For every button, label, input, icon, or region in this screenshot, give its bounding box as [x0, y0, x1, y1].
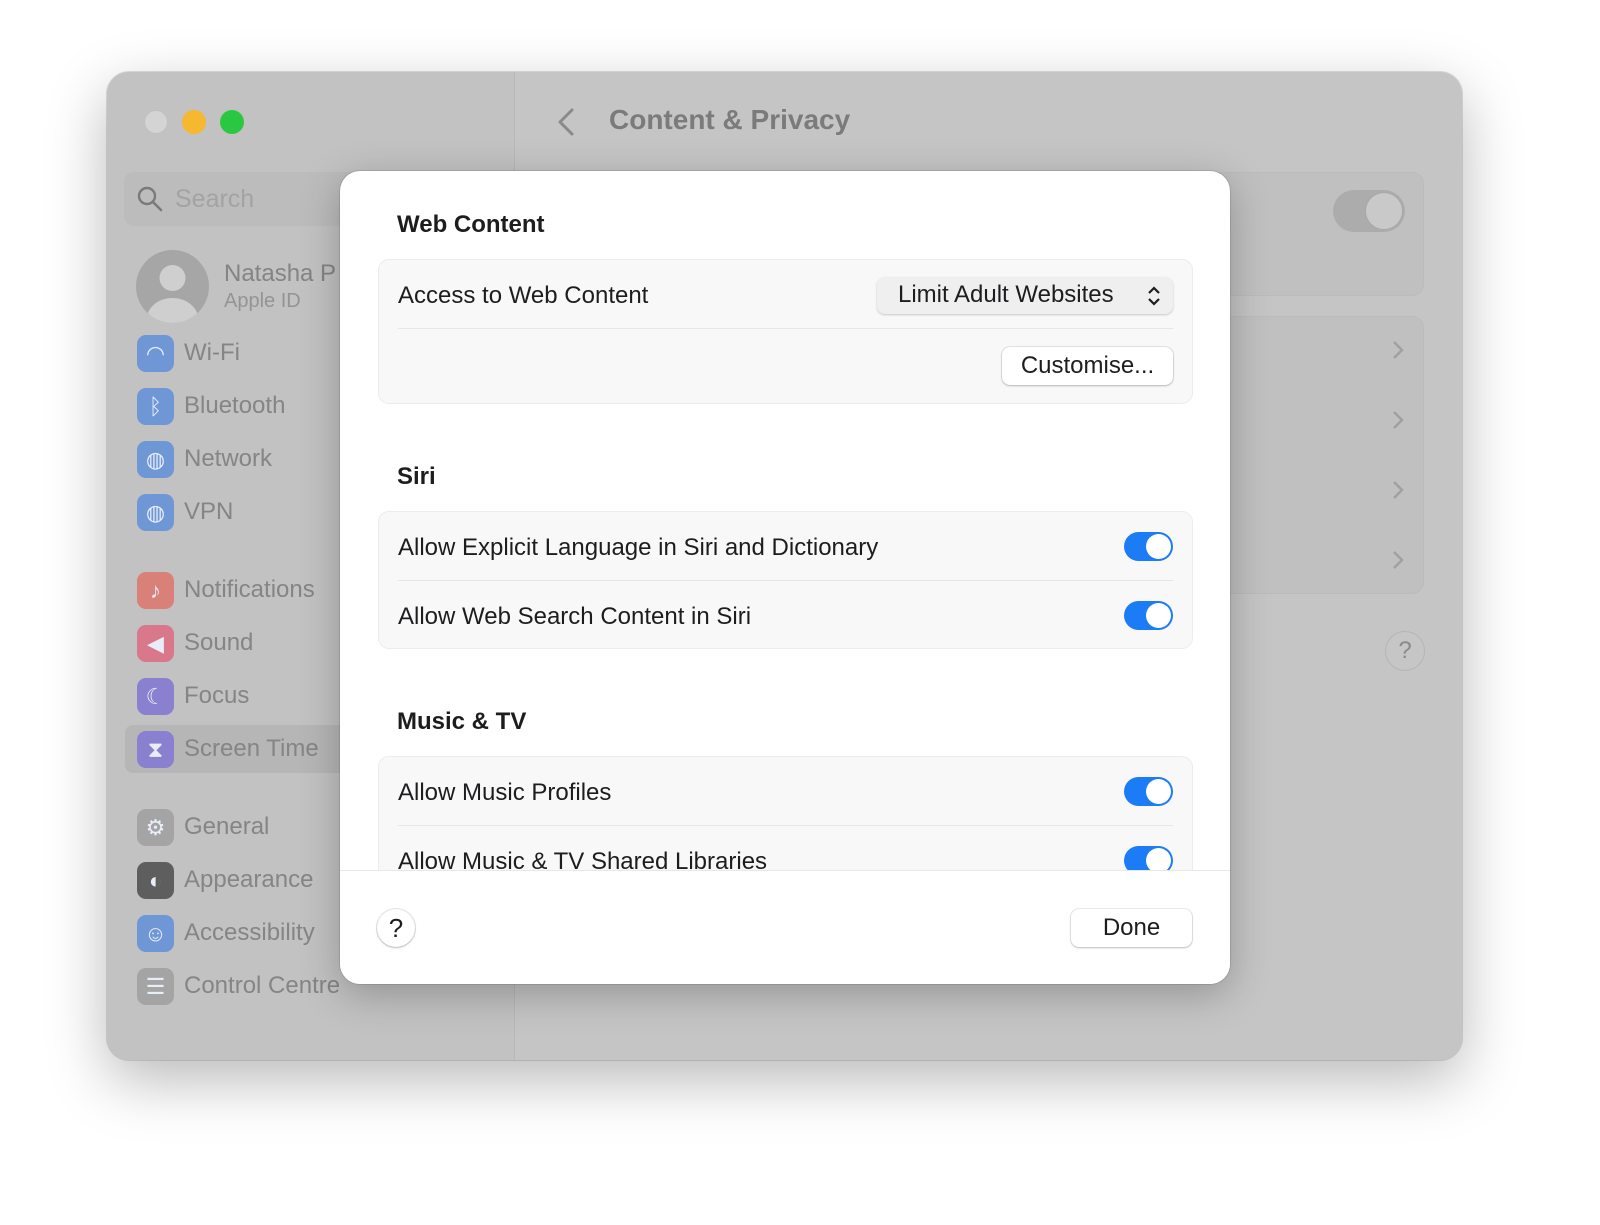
setting-label: Allow Explicit Language in Siri and Dict…: [398, 534, 879, 561]
user-name: Natasha P: [224, 260, 337, 287]
search-placeholder: Search: [175, 185, 255, 213]
sidebar-item-label: Sound: [184, 629, 254, 656]
access-web-content-label: Access to Web Content: [398, 282, 649, 309]
gear-icon: ⚙: [137, 809, 174, 846]
setting-row: Allow Music Profiles: [398, 757, 1173, 826]
section-heading-web-content: Web Content: [397, 211, 545, 238]
dialog-scroll-area[interactable]: Web Content Access to Web Content Limit …: [340, 171, 1230, 870]
back-chevron-icon[interactable]: [554, 106, 578, 138]
web-content-group: Access to Web Content Limit Adult Websit…: [378, 259, 1193, 404]
music-profiles-toggle[interactable]: [1124, 777, 1173, 806]
bluetooth-icon: ᛒ: [137, 388, 174, 425]
zoom-button[interactable]: [220, 110, 244, 134]
updown-chevron-icon: [1148, 286, 1160, 306]
section-heading-siri: Siri: [397, 463, 436, 490]
switches-icon: ☰: [137, 968, 174, 1005]
setting-row: Allow Music & TV Shared Libraries: [398, 826, 1173, 870]
customise-button[interactable]: Customise...: [1002, 347, 1173, 385]
sidebar-item-label: Control Centre: [184, 972, 341, 999]
sidebar-item-label: Accessibility: [184, 919, 315, 946]
chevron-right-icon[interactable]: [1390, 338, 1406, 362]
sidebar-item-label: VPN: [184, 498, 234, 525]
access-web-content-value: Limit Adult Websites: [898, 281, 1114, 308]
sidebar-item-label: Appearance: [184, 866, 314, 893]
help-button[interactable]: ?: [377, 909, 415, 947]
sidebar-item-label: Wi-Fi: [184, 339, 240, 366]
content-privacy-dialog: Web Content Access to Web Content Limit …: [340, 171, 1230, 984]
appearance-icon: ◐: [137, 862, 174, 899]
speaker-icon: ◀: [137, 625, 174, 662]
content-privacy-toggle[interactable]: [1333, 190, 1405, 232]
hourglass-icon: ⧗: [137, 731, 174, 768]
setting-row: Allow Explicit Language in Siri and Dict…: [398, 512, 1173, 581]
moon-icon: ☾: [137, 678, 174, 715]
minimize-button[interactable]: [182, 110, 206, 134]
access-web-content-row: Access to Web Content Limit Adult Websit…: [398, 260, 1173, 329]
chevron-right-icon[interactable]: [1390, 408, 1406, 432]
avatar: [136, 250, 209, 323]
user-subtitle: Apple ID: [224, 290, 301, 312]
wifi-icon: ◠: [137, 335, 174, 372]
sidebar-item-label: Network: [184, 445, 273, 472]
sidebar-item-label: General: [184, 813, 270, 840]
explicit-language-toggle[interactable]: [1124, 532, 1173, 561]
dialog-footer: ? Done: [340, 870, 1230, 984]
sidebar-item-label: Focus: [184, 682, 250, 709]
globe-icon: ◍: [137, 441, 174, 478]
page-title: Content & Privacy: [609, 104, 851, 135]
web-search-siri-toggle[interactable]: [1124, 601, 1173, 630]
bell-icon: ♪: [137, 572, 174, 609]
done-button[interactable]: Done: [1071, 909, 1192, 947]
search-icon: [137, 186, 163, 212]
accessibility-icon: ☺: [137, 915, 174, 952]
sidebar-item-label: Notifications: [184, 576, 315, 603]
setting-label: Allow Web Search Content in Siri: [398, 603, 752, 630]
music-tv-group: Allow Music Profiles Allow Music & TV Sh…: [378, 756, 1193, 870]
chevron-right-icon[interactable]: [1390, 548, 1406, 572]
setting-label: Allow Music Profiles: [398, 779, 612, 806]
chevron-right-icon[interactable]: [1390, 478, 1406, 502]
close-button[interactable]: [144, 110, 168, 134]
setting-label: Allow Music & TV Shared Libraries: [398, 848, 768, 870]
sidebar-item-label: Bluetooth: [184, 392, 286, 419]
siri-group: Allow Explicit Language in Siri and Dict…: [378, 511, 1193, 649]
access-web-content-select[interactable]: Limit Adult Websites: [877, 277, 1173, 314]
setting-row: Allow Web Search Content in Siri: [398, 581, 1173, 650]
vpn-globe-icon: ◍: [137, 494, 174, 531]
section-heading-music-tv: Music & TV: [397, 708, 527, 735]
shared-libraries-toggle[interactable]: [1124, 846, 1173, 870]
help-button[interactable]: ?: [1385, 631, 1425, 671]
sidebar-item-label: Screen Time: [184, 735, 319, 762]
